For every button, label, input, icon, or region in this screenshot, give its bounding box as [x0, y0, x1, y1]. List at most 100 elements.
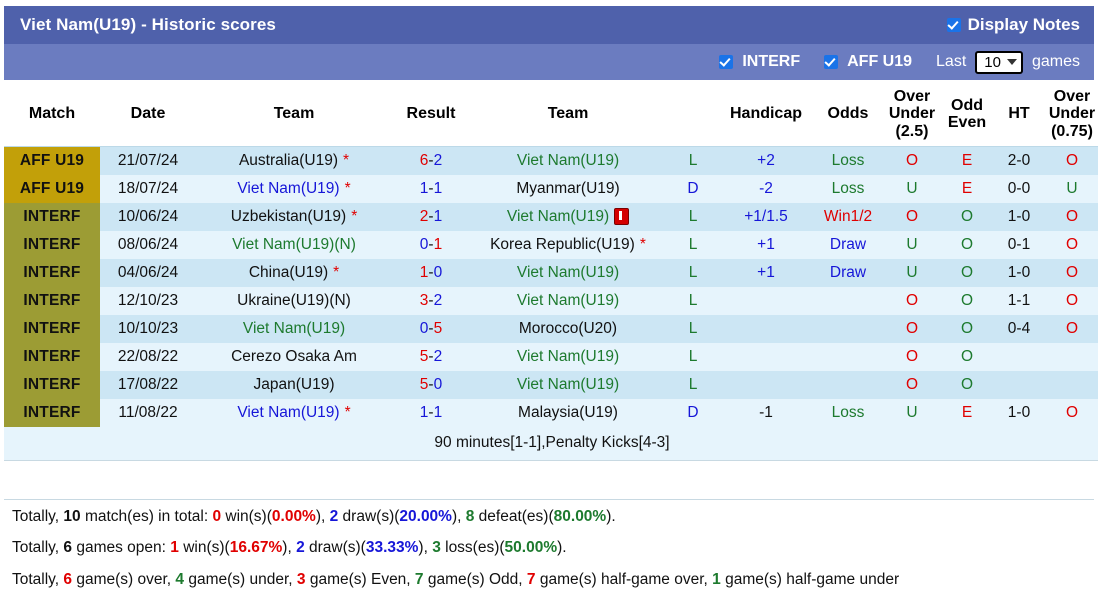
team-name[interactable]: Australia(U19)	[239, 152, 338, 170]
text: loss(es)(	[441, 539, 505, 556]
match-date: 18/07/24	[118, 180, 178, 197]
cell-match: AFF U19	[4, 146, 100, 175]
team-name[interactable]: Ukraine(U19)(N)	[237, 292, 351, 310]
cell-result: 5-2	[392, 343, 470, 371]
text: Totally,	[12, 508, 63, 525]
cell-away-team: Korea Republic(U19)*	[470, 231, 666, 259]
cell-match: INTERF	[4, 399, 100, 427]
team-name[interactable]: China(U19)	[249, 264, 328, 282]
cell-home-team: Viet Nam(U19)(N)	[196, 231, 392, 259]
table-row[interactable]: INTERF17/08/22Japan(U19)5-0Viet Nam(U19)…	[4, 371, 1098, 399]
team-name[interactable]: Viet Nam(U19)	[507, 208, 609, 226]
cell-wdl: L	[666, 315, 720, 343]
wdl-indicator: L	[689, 348, 698, 365]
team-name[interactable]: Viet Nam(U19)	[517, 152, 619, 170]
half-time-score: 0-0	[1008, 180, 1030, 197]
table-row[interactable]: INTERF12/10/23Ukraine(U19)(N)3-2Viet Nam…	[4, 287, 1098, 315]
col-header-odd-even[interactable]: Odd Even	[940, 82, 994, 146]
games-count-value: 10	[984, 54, 1001, 71]
text: ).	[557, 539, 566, 556]
col-header-home-team[interactable]: Team	[196, 82, 392, 146]
col-header-result[interactable]: Result	[392, 82, 470, 146]
odd-even-value: O	[961, 236, 973, 253]
table-head: Match Date Team Result Team Handicap Odd…	[4, 82, 1098, 146]
team-name[interactable]: Uzbekistan(U19)	[231, 208, 346, 226]
display-notes-checkbox[interactable]	[947, 18, 961, 32]
team-name-wrap: Viet Nam(U19) *	[237, 180, 350, 198]
team-name[interactable]: Viet Nam(U19)	[237, 180, 339, 198]
cell-ht: 0-4	[994, 315, 1044, 343]
wdl-indicator: L	[689, 292, 698, 309]
table-row[interactable]: INTERF08/06/24Viet Nam(U19)(N)0-1Korea R…	[4, 231, 1098, 259]
games-count-select[interactable]: 10	[975, 51, 1023, 74]
team-name-wrap: Viet Nam(U19)	[517, 264, 619, 282]
team-name[interactable]: Viet Nam(U19)	[517, 264, 619, 282]
team-name[interactable]: Myanmar(U19)	[516, 180, 619, 198]
cell-match: INTERF	[4, 371, 100, 399]
display-notes-control[interactable]: Display Notes	[947, 15, 1080, 35]
cell-odds	[812, 315, 884, 343]
home-advantage-star: *	[333, 264, 339, 282]
odd-even-value: O	[961, 376, 973, 393]
odds-result: Draw	[830, 264, 866, 281]
home-advantage-star: *	[345, 180, 351, 198]
historic-scores-table: Match Date Team Result Team Handicap Odd…	[4, 82, 1098, 461]
cell-away-team: Viet Nam(U19)	[470, 259, 666, 287]
team-name[interactable]: Viet Nam(U19)	[517, 292, 619, 310]
table-row[interactable]: INTERF11/08/22Viet Nam(U19)*1-1Malaysia(…	[4, 399, 1098, 427]
odds-result: Loss	[832, 180, 865, 197]
table-row[interactable]: INTERF04/06/24China(U19)*1-0Viet Nam(U19…	[4, 259, 1098, 287]
interf-filter-checkbox[interactable]	[719, 55, 733, 69]
open-total: 6	[63, 539, 72, 556]
text: ),	[282, 539, 296, 556]
team-name-wrap: Cerezo Osaka Am	[231, 348, 357, 366]
cell-wdl: L	[666, 371, 720, 399]
score-away: 1	[434, 208, 443, 225]
cell-date: 17/08/22	[100, 371, 196, 399]
cell-match: INTERF	[4, 203, 100, 231]
table-row[interactable]: INTERF10/06/24Uzbekistan(U19)*2-1Viet Na…	[4, 203, 1098, 231]
cell-ou075	[1044, 343, 1098, 371]
summary-line-ou: Totally, 6 game(s) over, 4 game(s) under…	[12, 570, 1086, 589]
team-name[interactable]: Viet Nam(U19)	[517, 376, 619, 394]
team-name[interactable]: Korea Republic(U19)	[490, 236, 635, 254]
cell-wdl: L	[666, 287, 720, 315]
team-name[interactable]: Viet Nam(U19)	[243, 320, 345, 338]
col-header-over-under-25[interactable]: Over Under (2.5)	[884, 82, 940, 146]
table-row[interactable]: AFF U1918/07/24Viet Nam(U19)*1-1Myanmar(…	[4, 175, 1098, 203]
table-row[interactable]: INTERF22/08/22Cerezo Osaka Am5-2Viet Nam…	[4, 343, 1098, 371]
col-header-match[interactable]: Match	[4, 82, 100, 146]
cell-wdl: D	[666, 175, 720, 203]
total-matches: 10	[63, 508, 80, 525]
cell-result: 1-0	[392, 259, 470, 287]
team-name[interactable]: Cerezo Osaka Am	[231, 348, 357, 366]
match-date: 08/06/24	[118, 236, 178, 253]
table-row[interactable]: AFF U1921/07/24Australia(U19)*6-2Viet Na…	[4, 146, 1098, 175]
col-header-over-under-075[interactable]: Over Under (0.75)	[1044, 82, 1098, 146]
odd-even-value: O	[961, 208, 973, 225]
team-name-wrap: Viet Nam(U19)	[507, 208, 629, 226]
col-header-date[interactable]: Date	[100, 82, 196, 146]
col-header-odds[interactable]: Odds	[812, 82, 884, 146]
aff-u19-filter-checkbox[interactable]	[824, 55, 838, 69]
col-header-away-team[interactable]: Team	[470, 82, 666, 146]
col-header-ht[interactable]: HT	[994, 82, 1044, 146]
table-row[interactable]: INTERF10/10/23Viet Nam(U19)0-5Morocco(U2…	[4, 315, 1098, 343]
team-name[interactable]: Viet Nam(U19)(N)	[232, 236, 356, 254]
cell-odd-even: O	[940, 259, 994, 287]
oddeven-line1: Odd	[951, 97, 983, 114]
score-away: 1	[434, 404, 443, 421]
team-name[interactable]: Japan(U19)	[254, 376, 335, 394]
cell-home-team: Uzbekistan(U19)*	[196, 203, 392, 231]
cell-date: 12/10/23	[100, 287, 196, 315]
match-type-label: INTERF	[23, 236, 80, 253]
cell-result: 2-1	[392, 203, 470, 231]
team-name[interactable]: Viet Nam(U19)	[517, 348, 619, 366]
wdl-indicator: D	[687, 404, 698, 421]
team-name[interactable]: Malaysia(U19)	[518, 404, 618, 422]
cell-ht	[994, 371, 1044, 399]
text: draw(s)(	[338, 508, 399, 525]
team-name[interactable]: Viet Nam(U19)	[237, 404, 339, 422]
col-header-handicap[interactable]: Handicap	[720, 82, 812, 146]
team-name[interactable]: Morocco(U20)	[519, 320, 617, 338]
